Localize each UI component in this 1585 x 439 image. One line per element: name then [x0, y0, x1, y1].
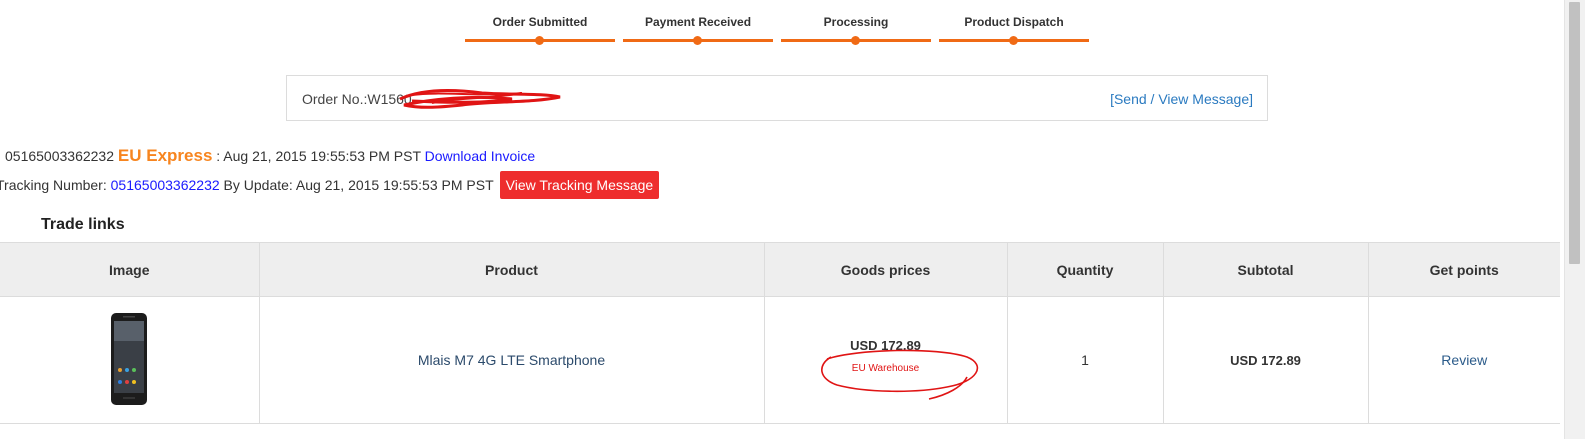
step-label: Payment Received [644, 15, 752, 29]
view-tracking-message-button[interactable]: View Tracking Message [499, 171, 660, 199]
column-header: Get points [1368, 242, 1560, 297]
step-dot [1009, 36, 1018, 45]
column-header: Subtotal [1163, 242, 1369, 297]
step-processing: Processing [779, 0, 933, 50]
step-product-dispatch: Product Dispatch [937, 0, 1091, 50]
trade-links-table: Image Product Goods prices Quantity Subt… [0, 242, 1560, 424]
smartphone-product-image[interactable] [109, 312, 149, 406]
send-view-message-link[interactable]: [Send / View Message] [1110, 91, 1253, 107]
download-invoice-link[interactable]: Download Invoice [425, 148, 536, 164]
tracking-number-link[interactable]: 05165003362232 [111, 177, 220, 193]
step-dot [535, 36, 544, 45]
step-order-submitted: Order Submitted [463, 0, 617, 50]
step-dot [693, 36, 702, 45]
vertical-scrollbar[interactable] [1564, 0, 1585, 439]
order-progress-steps: Order Submitted Payment Received Process… [463, 0, 1093, 50]
review-link[interactable]: Review [1441, 352, 1487, 368]
trade-links-title: Trade links [41, 216, 125, 233]
column-header: Image [0, 242, 260, 297]
order-info-box: Order No.:W1560 [Send / View Message] [286, 75, 1268, 121]
column-header: Quantity [1007, 242, 1164, 297]
carrier-name: EU Express [117, 146, 213, 165]
step-label: Processing [823, 15, 889, 29]
scrollbar-thumb[interactable] [1569, 2, 1580, 264]
shipping-date: : Aug 21, 2015 19:55:53 PM PST [216, 148, 421, 164]
quantity-value: 1 [1081, 352, 1089, 368]
column-header: Goods prices [764, 242, 1008, 297]
product-name[interactable]: Mlais M7 4G LTE Smartphone [418, 352, 605, 368]
subtotal-cell: USD 172.89 [1163, 296, 1369, 424]
step-payment-received: Payment Received [621, 0, 775, 50]
tracking-info-line: Tracking Number: 05165003362232 By Updat… [0, 170, 660, 200]
hand-drawn-circle-annotation [820, 349, 978, 400]
product-image-cell [0, 296, 260, 424]
quantity-cell: 1 [1007, 296, 1164, 424]
redaction-scribble [399, 89, 561, 109]
table-row: Mlais M7 4G LTE Smartphone USD 172.89 EU… [0, 296, 1560, 424]
goods-price-cell: USD 172.89 EU Warehouse [764, 296, 1008, 424]
shipping-id: 05165003362232 [5, 148, 115, 164]
step-label: Order Submitted [492, 15, 588, 29]
tracking-update-text: By Update: Aug 21, 2015 19:55:53 PM PST [223, 177, 494, 193]
subtotal-value: USD 172.89 [1230, 353, 1301, 368]
product-name-cell: Mlais M7 4G LTE Smartphone [259, 296, 765, 424]
column-header: Product [259, 242, 765, 297]
get-points-cell: Review [1368, 296, 1560, 424]
shipping-info-line: 05165003362232 EU Express : Aug 21, 2015… [5, 146, 535, 166]
tracking-label: Tracking Number: [0, 177, 107, 193]
table-header-row: Image Product Goods prices Quantity Subt… [0, 242, 1560, 297]
step-dot [851, 36, 860, 45]
step-label: Product Dispatch [964, 15, 1064, 29]
